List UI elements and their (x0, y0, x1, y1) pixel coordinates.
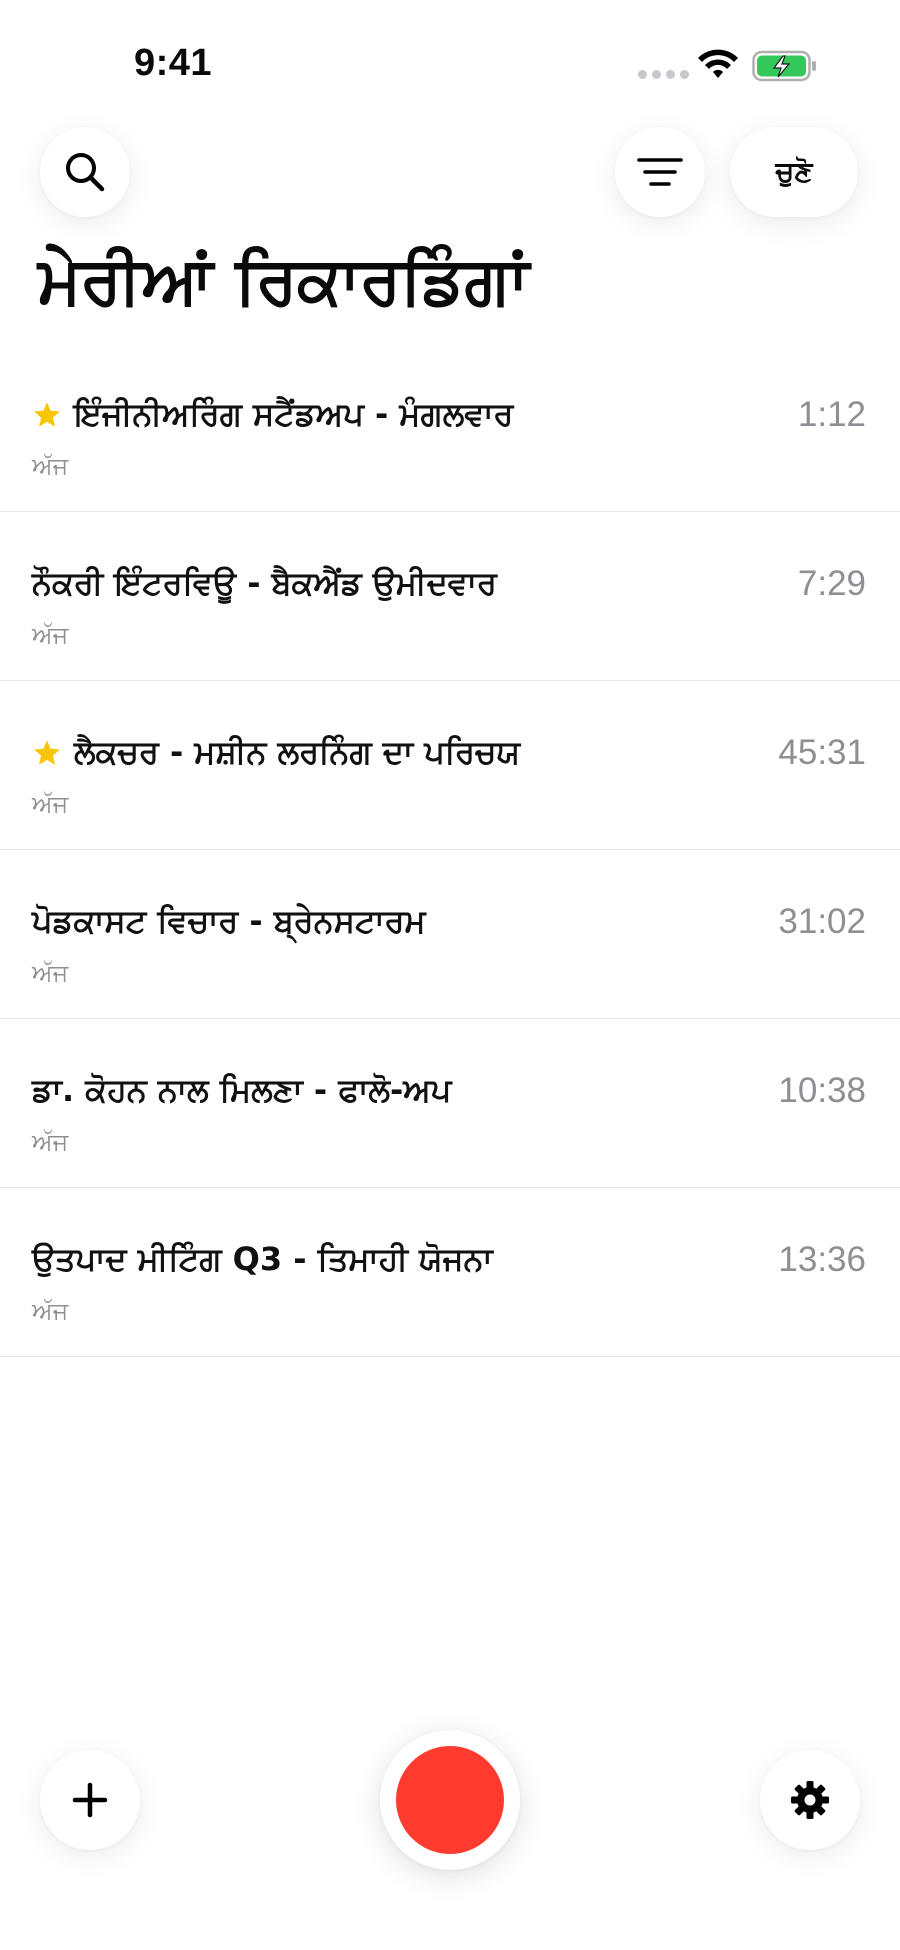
page-title: ਮੇਰੀਆਂ ਰਿਕਾਰਡਿੰਗਾਂ (38, 242, 529, 319)
search-icon (66, 153, 105, 192)
battery-charging-icon (752, 50, 816, 82)
add-button[interactable] (40, 1750, 140, 1850)
recording-title: ਉਤਪਾਦ ਮੀਟਿੰਗ Q3 - ਤਿਮਾਹੀ ਯੋਜਨਾ (32, 1240, 493, 1278)
recording-date: ਅੱਜ (32, 452, 69, 480)
status-time: 9:41 (134, 42, 213, 84)
list-item[interactable]: ਉਤਪਾਦ ਮੀਟਿੰਗ Q3 - ਤਿਮਾਹੀ ਯੋਜਨਾ ਅੱਜ 13:36 (0, 1188, 900, 1357)
record-button[interactable] (380, 1730, 520, 1870)
filter-lines-icon (637, 158, 683, 186)
recording-duration: 7:29 (797, 564, 866, 603)
list-item[interactable]: ਪੋਡਕਾਸਟ ਵਿਚਾਰ - ਬ੍ਰੇਨਸਟਾਰਮ ਅੱਜ 31:02 (0, 850, 900, 1019)
filter-button[interactable] (615, 127, 705, 217)
recording-date: ਅੱਜ (32, 790, 69, 818)
recording-duration: 31:02 (778, 902, 866, 941)
wifi-icon (698, 49, 738, 78)
select-button[interactable]: ਚੁਣੋ (730, 127, 858, 217)
list-item[interactable]: ਇੰਜੀਨੀਅਰਿੰਗ ਸਟੈਂਡਅਪ - ਮੰਗਲਵਾਰ ਅੱਜ 1:12 (0, 343, 900, 512)
recording-title-row: ਪੋਡਕਾਸਟ ਵਿਚਾਰ - ਬ੍ਰੇਨਸਟਾਰਮ (32, 902, 426, 941)
plus-icon (72, 1782, 108, 1818)
status-bar: 9:41 (0, 0, 900, 120)
list-item[interactable]: ਲੈਕਚਰ - ਮਸ਼ੀਨ ਲਰਨਿੰਗ ਦਾ ਪਰਿਚਯ ਅੱਜ 45:31 (0, 681, 900, 850)
list-item[interactable]: ਨੌਕਰੀ ਇੰਟਰਵਿਊ - ਬੈਕਐਂਡ ਉਮੀਦਵਾਰ ਅੱਜ 7:29 (0, 512, 900, 681)
gear-icon (791, 1781, 829, 1819)
recording-duration: 1:12 (797, 395, 866, 434)
signal-dots-icon (638, 70, 689, 79)
recording-date: ਅੱਜ (32, 959, 69, 987)
recording-date: ਅੱਜ (32, 1128, 69, 1156)
recording-title-row: ਇੰਜੀਨੀਅਰਿੰਗ ਸਟੈਂਡਅਪ - ਮੰਗਲਵਾਰ (32, 395, 513, 434)
recording-date: ਅੱਜ (32, 621, 69, 649)
recording-title-row: ਉਤਪਾਦ ਮੀਟਿੰਗ Q3 - ਤਿਮਾਹੀ ਯੋਜਨਾ (32, 1240, 493, 1279)
recording-title-row: ਡਾ. ਕੋਹਨ ਨਾਲ ਮਿਲਣਾ - ਫਾਲੋ-ਅਪ (32, 1071, 451, 1110)
recording-title: ਨੌਕਰੀ ਇੰਟਰਵਿਊ - ਬੈਕਐਂਡ ਉਮੀਦਵਾਰ (32, 564, 497, 602)
star-icon (34, 739, 60, 765)
recording-duration: 10:38 (778, 1071, 866, 1110)
recording-duration: 45:31 (778, 733, 866, 772)
star-icon (34, 401, 60, 427)
recording-duration: 13:36 (778, 1240, 866, 1279)
recording-title-row: ਲੈਕਚਰ - ਮਸ਼ੀਨ ਲਰਨਿੰਗ ਦਾ ਪਰਿਚਯ (32, 733, 520, 772)
recordings-list: ਇੰਜੀਨੀਅਰਿੰਗ ਸਟੈਂਡਅਪ - ਮੰਗਲਵਾਰ ਅੱਜ 1:12 ਨ… (0, 343, 900, 1357)
list-item[interactable]: ਡਾ. ਕੋਹਨ ਨਾਲ ਮਿਲਣਾ - ਫਾਲੋ-ਅਪ ਅੱਜ 10:38 (0, 1019, 900, 1188)
recording-title-row: ਨੌਕਰੀ ਇੰਟਰਵਿਊ - ਬੈਕਐਂਡ ਉਮੀਦਵਾਰ (32, 564, 497, 603)
record-icon (396, 1746, 504, 1854)
recording-title: ਡਾ. ਕੋਹਨ ਨਾਲ ਮਿਲਣਾ - ਫਾਲੋ-ਅਪ (32, 1071, 452, 1109)
recording-title: ਲੈਕਚਰ - ਮਸ਼ੀਨ ਲਰਨਿੰਗ ਦਾ ਪਰਿਚਯ (74, 733, 521, 771)
recording-title: ਪੋਡਕਾਸਟ ਵਿਚਾਰ - ਬ੍ਰੇਨਸਟਾਰਮ (32, 902, 426, 940)
recording-date: ਅੱਜ (32, 1297, 69, 1325)
settings-button[interactable] (760, 1750, 860, 1850)
recording-title: ਇੰਜੀਨੀਅਰਿੰਗ ਸਟੈਂਡਅਪ - ਮੰਗਲਵਾਰ (74, 395, 514, 433)
search-button[interactable] (40, 127, 130, 217)
